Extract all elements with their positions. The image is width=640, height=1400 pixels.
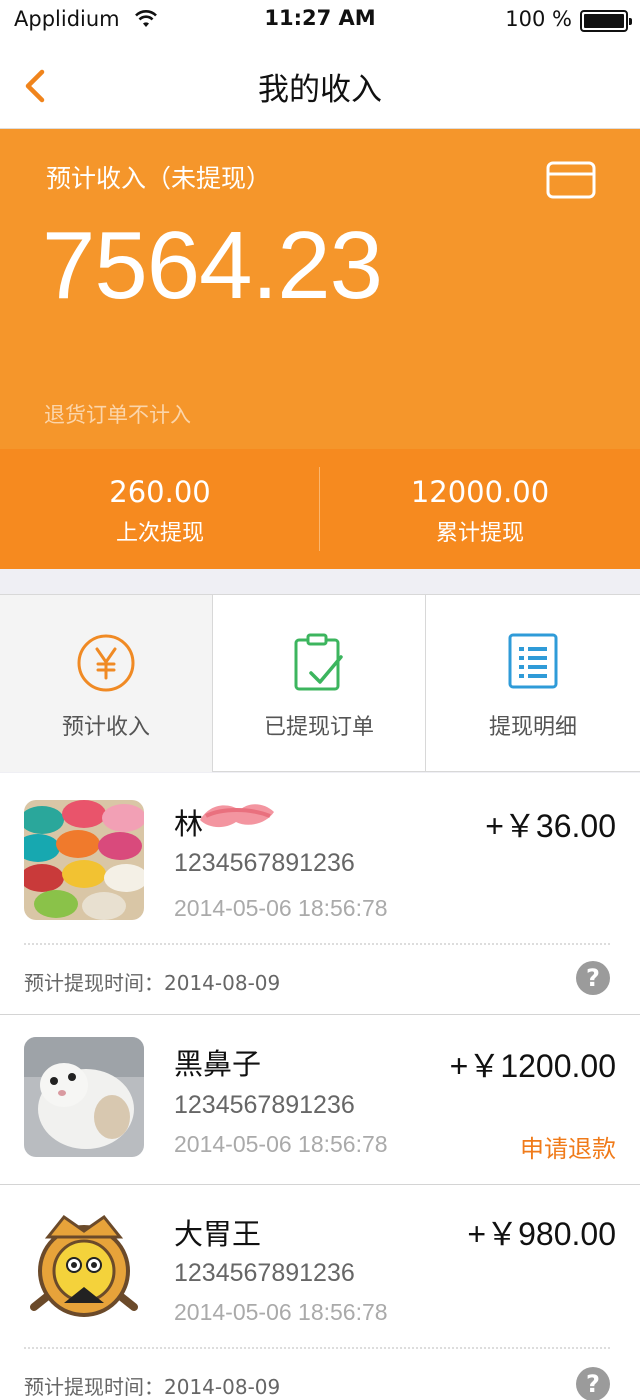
order-datetime: 2014-05-06 18:56:78 <box>174 895 388 921</box>
battery-icon <box>580 10 632 32</box>
tab-label: 提现明细 <box>488 715 577 740</box>
last-withdraw-value: 260.00 <box>109 475 211 509</box>
order-item[interactable]: 黑鼻子 1234567891236 2014-05-06 18:56:78 +￥… <box>0 1015 640 1185</box>
last-withdraw-label: 上次提现 <box>115 521 204 546</box>
buyer-name: 大胃王 <box>174 1217 262 1251</box>
expected-income-label: 预计收入（未提现） <box>46 164 272 193</box>
status-bar: Applidium 11:27 AM 100 % <box>0 0 640 42</box>
total-withdraw-label: 累计提现 <box>435 521 524 546</box>
tab-label: 预计收入 <box>61 715 150 740</box>
eta-label: 预计提现时间： <box>24 971 164 995</box>
order-item[interactable]: 林 1234567891236 2014-05-06 18:56:78 +￥36… <box>0 773 640 1015</box>
income-summary: 预计收入（未提现） 7564.23 退货订单不计入 <box>0 129 640 449</box>
pirate-emblem-thumbnail <box>24 1207 144 1327</box>
order-amount: +￥980.00 <box>467 1216 616 1252</box>
expected-withdraw-time: 预计提现时间：2014-08-09 <box>24 967 280 996</box>
refund-note: 退货订单不计入 <box>44 403 191 427</box>
yen-circle-icon <box>77 634 135 692</box>
hamster-thumbnail <box>24 1037 144 1157</box>
expected-income-amount: 7564.23 <box>42 212 383 319</box>
colorful-cups-thumbnail <box>24 800 144 920</box>
tab-withdrawn-orders[interactable]: 已提现订单 <box>213 595 426 772</box>
page-title: 我的收入 <box>258 72 382 108</box>
order-amount: +￥36.00 <box>485 808 616 844</box>
tab-expected-income[interactable]: 预计收入 <box>0 595 213 772</box>
eta-date: 2014-08-09 <box>164 1375 281 1399</box>
total-withdraw-stat: 12000.00 累计提现 <box>320 449 640 569</box>
dotted-divider <box>24 943 610 945</box>
withdraw-stats: 260.00 上次提现 12000.00 累计提现 <box>0 449 640 569</box>
total-withdraw-value: 12000.00 <box>410 475 550 509</box>
question-icon[interactable]: ? <box>576 1367 610 1400</box>
dotted-divider <box>24 1347 610 1349</box>
order-number: 1234567891236 <box>174 1259 355 1287</box>
battery-percent: 100 % <box>505 7 572 31</box>
tab-label: 已提现订单 <box>263 715 374 740</box>
expected-withdraw-time: 预计提现时间：2014-08-09 <box>24 1371 280 1400</box>
order-item[interactable]: 大胃王 1234567891236 2014-05-06 18:56:78 +￥… <box>0 1185 640 1400</box>
scribble-redaction <box>200 804 274 828</box>
order-amount: +￥1200.00 <box>449 1048 616 1084</box>
tab-bar: 预计收入 已提现订单 提现明细 <box>0 594 640 772</box>
buyer-name: 黑鼻子 <box>174 1047 262 1081</box>
eta-label: 预计提现时间： <box>24 1375 164 1399</box>
clipboard-check-icon <box>294 633 343 691</box>
order-number: 1234567891236 <box>174 849 355 877</box>
tab-withdraw-details[interactable]: 提现明细 <box>426 595 640 772</box>
order-datetime: 2014-05-06 18:56:78 <box>174 1131 388 1157</box>
question-icon[interactable]: ? <box>576 961 610 995</box>
nav-bar: 我的收入 <box>0 42 640 129</box>
list-icon <box>508 633 558 689</box>
eta-date: 2014-08-09 <box>164 971 281 995</box>
credit-card-icon[interactable] <box>546 161 596 199</box>
order-datetime: 2014-05-06 18:56:78 <box>174 1299 388 1325</box>
refund-request-link[interactable]: 申请退款 <box>520 1129 616 1164</box>
last-withdraw-stat: 260.00 上次提现 <box>0 449 320 569</box>
order-number: 1234567891236 <box>174 1091 355 1119</box>
